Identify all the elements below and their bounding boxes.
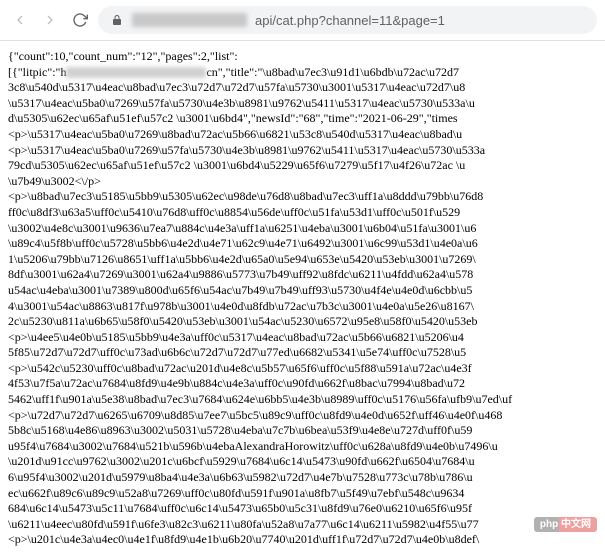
back-button[interactable] [8,8,32,32]
json-prefix: {"count":10,"count_num":"12","pages":2,"… [8,49,238,63]
json-line: 4f53\u7f5a\u72ac\u7684\u8fd9\u4e9b\u884c… [8,376,597,392]
response-body: {"count":10,"count_num":"12","pages":2,"… [0,41,605,556]
json-line: [{"litpic":"h [8,65,66,79]
json-line: 6\u95f4\u3002\u201d\u5979\u8ba4\u4e3a\u6… [8,470,597,486]
json-line: \u3002\u4e8c\u3001\u9636\u7ea7\u884c\u4e… [8,221,597,237]
json-line: 3c8\u540d\u5317\u4eac\u8bad\u7ec3\u72d7\… [8,80,597,96]
browser-toolbar: api/cat.php?channel=11&page=1 [0,0,605,41]
watermark: php 中文网 [534,514,597,532]
json-line: \u201d\u91cc\u9762\u3002\u201c\u6bcf\u59… [8,454,597,470]
json-line: <p>\u542c\u5230\uff0c\u8bad\u72ac\u201d\… [8,361,597,377]
json-line: 5f85\u72d7\u72d7\uff0c\u73ad\u6b6c\u72d7… [8,345,597,361]
json-line: ec\u662f\u89c6\u89c9\u52a8\u7269\uff0c\u… [8,486,597,502]
json-line: 79cd\u5305\u62ec\u65af\u51ef\u57c2 \u300… [8,158,597,174]
json-line: 2c\u5230\u811a\u6b65\u58f0\u5420\u53eb\u… [8,314,597,330]
json-line: <p>\u201c\u4e3a\u4ec0\u4e1f\u8fd9\u4e1b\… [8,532,597,548]
reload-button[interactable] [68,8,92,32]
watermark-text: php 中文网 [534,517,597,532]
json-line: \u5317\u4eac\u5ba0\u7269\u57fa\u5730\u4e… [8,96,597,112]
url-host-blurred [132,13,247,27]
url-path: api/cat.php?channel=11&page=1 [255,13,445,28]
json-line: \u7b49\u3002<\/p> [8,174,597,190]
forward-button[interactable] [38,8,62,32]
json-line: <p>\u72d7\u72d7\u6265\u6709\u8d85\u7ee7\… [8,408,597,424]
json-line: cn","title":"\u8bad\u7ec3\u91d1\u6bdb\u7… [206,65,459,79]
json-line: ff0c\u8df3\u63a5\uff0c\u5410\u76d8\uff0c… [8,205,597,221]
json-line: u95f4\u7684\u3002\u7684\u521b\u596b\u4eb… [8,439,597,455]
lock-icon [110,13,124,27]
blurred-url [66,67,206,78]
json-line: \u6211\u4eec\u80fd\u591f\u6fe3\u82c3\u62… [8,517,597,533]
json-line: 684\u6c14\u5473\u5c11\u7684\uff0c\u6c14\… [8,501,597,517]
json-line: u54ac\u4eba\u3001\u7389\u800d\u65f6\u54a… [8,283,597,299]
json-line: \u89c4\u5f8b\uff0c\u5728\u5bb6\u4e2d\u4e… [8,236,597,252]
json-line: 4\u3001\u54ac\u8863\u817f\u978b\u3001\u4… [8,299,597,315]
json-line: <p>\u4ee5\u4e0b\u5185\u5bb9\u4e3a\uff0c\… [8,330,597,346]
json-line: 1\u5206\u79bb\u7126\u8651\uff1a\u5bb6\u4… [8,252,597,268]
url-bar[interactable]: api/cat.php?channel=11&page=1 [98,6,597,34]
json-line: <p>\u8bad\u7ec3\u5185\u5bb9\u5305\u62ec\… [8,189,597,205]
json-line: 5b8c\u5168\u4e86\u8963\u3002\u5031\u5728… [8,423,597,439]
json-line: d\u5305\u62ec\u65af\u51ef\u57c2 \u3001\u… [8,111,597,127]
json-line: 8df\u3001\u62a4\u7269\u3001\u62a4\u9886\… [8,267,597,283]
json-line: <p>\u5317\u4eac\u5ba0\u7269\u8bad\u72ac\… [8,127,597,143]
json-line: <p>\u5317\u4eac\u5ba0\u7269\u57fa\u5730\… [8,143,597,159]
json-line: 5462\uff1f\u901a\u5e38\u8bad\u7ec3\u7684… [8,392,597,408]
